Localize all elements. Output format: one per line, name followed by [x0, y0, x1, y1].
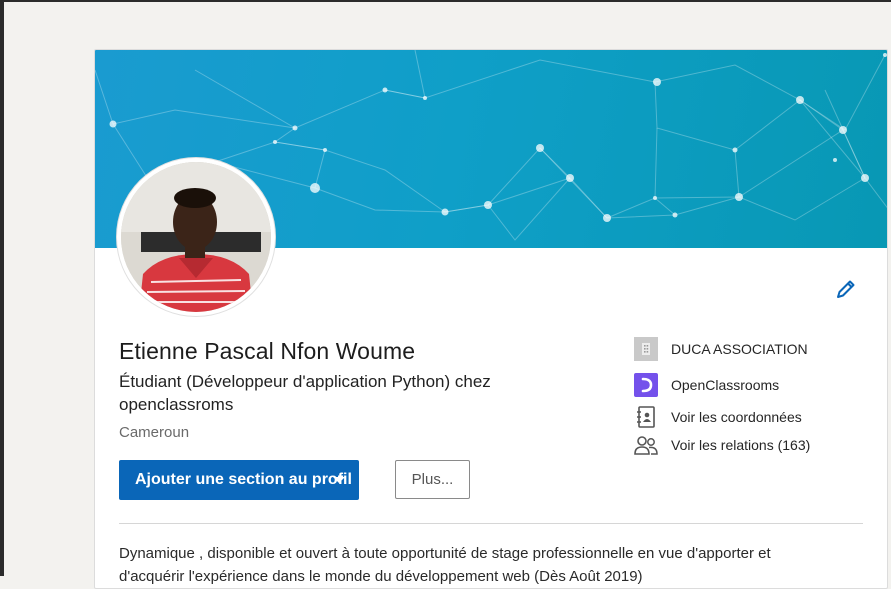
pencil-icon — [837, 280, 855, 298]
profile-card: Etienne Pascal Nfon Woume Étudiant (Déve… — [94, 49, 888, 589]
side-item-contact-info[interactable]: Voir les coordonnées — [633, 405, 873, 429]
add-profile-section-button[interactable]: Ajouter une section au profil — [119, 460, 359, 500]
side-item-label: DUCA ASSOCIATION — [671, 341, 808, 357]
side-item-company[interactable]: DUCA ASSOCIATION — [633, 337, 873, 361]
company-logo-icon — [633, 336, 659, 362]
profile-headline: Étudiant (Développeur d'application Pyth… — [119, 372, 491, 414]
profile-location: Cameroun — [119, 424, 190, 441]
avatar[interactable] — [121, 162, 271, 312]
window-top-edge — [0, 0, 891, 2]
section-divider — [119, 523, 863, 524]
window-left-edge — [0, 0, 4, 576]
openclassrooms-logo-icon — [633, 372, 659, 398]
profile-about: Dynamique , disponible et ouvert à toute… — [119, 545, 771, 585]
side-item-label: Voir les coordonnées — [671, 409, 802, 425]
edit-profile-button[interactable] — [832, 275, 860, 303]
side-item-connections[interactable]: Voir les relations (163) — [633, 433, 873, 457]
avatar-frame[interactable] — [117, 158, 275, 316]
side-item-label: Voir les relations (163) — [671, 437, 811, 453]
caret-down-icon[interactable] — [319, 460, 359, 500]
profile-name: Etienne Pascal Nfon Woume — [119, 338, 416, 364]
more-button[interactable]: Plus... — [395, 460, 470, 499]
connections-icon — [633, 432, 659, 458]
avatar-photo — [121, 162, 271, 312]
side-item-school[interactable]: OpenClassrooms — [633, 373, 873, 397]
side-item-label: OpenClassrooms — [671, 377, 780, 393]
contact-card-icon — [633, 404, 659, 430]
